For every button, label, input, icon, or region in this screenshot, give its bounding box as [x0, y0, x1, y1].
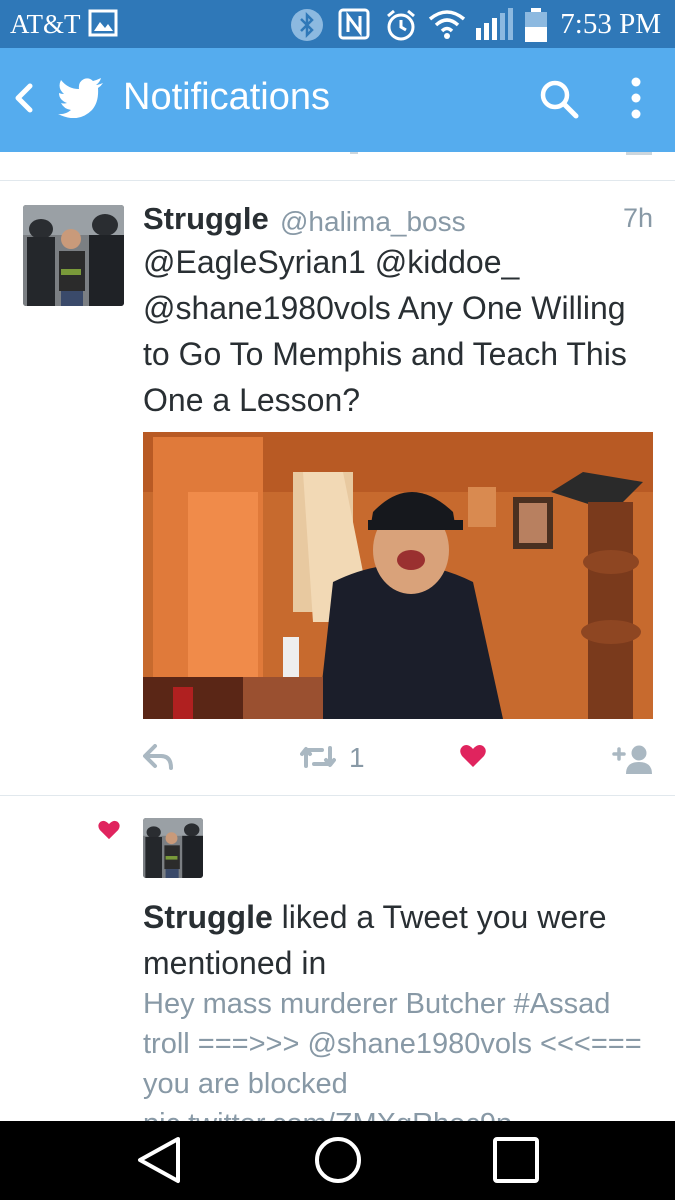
retweet-icon[interactable] [300, 744, 336, 775]
system-nav-bar [0, 1121, 675, 1200]
page-title: Notifications [123, 76, 330, 118]
wifi-icon [428, 8, 466, 45]
image-icon [88, 8, 118, 43]
signal-icon [476, 8, 516, 45]
avatar[interactable] [23, 205, 124, 306]
tweet-actions: 1 [0, 736, 675, 781]
home-nav-icon[interactable] [313, 1135, 363, 1190]
alarm-icon [384, 8, 418, 47]
tweet-author-handle[interactable]: @halima_boss [280, 206, 466, 238]
status-bar: AT&T 7:53 PM [0, 0, 675, 48]
like-notification[interactable]: Struggle liked a Tweet you were mentione… [0, 796, 675, 1121]
tweet-text: @EagleSyrian1 @kiddoe_ @shane1980vols An… [143, 244, 627, 418]
previous-item-edge [0, 152, 675, 181]
tweet-author-name[interactable]: Struggle [143, 201, 269, 237]
tweet-timestamp: 7h [622, 203, 653, 233]
liked-tweet-text: Hey mass murderer Butcher #Assad troll =… [143, 988, 642, 1121]
app-bar: Notifications [0, 48, 675, 152]
back-icon[interactable] [10, 78, 38, 118]
more-icon[interactable] [630, 76, 642, 125]
notification-text: Struggle liked a Tweet you were mentione… [143, 894, 658, 986]
retweet-count: 1 [349, 742, 365, 773]
reply-icon[interactable] [143, 744, 173, 775]
notification-avatar[interactable] [143, 818, 203, 878]
search-icon[interactable] [538, 78, 580, 125]
notification-author-name[interactable]: Struggle [143, 899, 273, 935]
tweet-card[interactable]: Struggle @halima_boss 7h @EagleSyrian1 @… [0, 181, 675, 796]
clock: 7:53 PM [560, 8, 661, 40]
like-icon[interactable] [460, 744, 486, 773]
carrier-label: AT&T [10, 9, 81, 39]
twitter-bird-icon [58, 78, 104, 123]
bluetooth-icon [290, 8, 324, 47]
nfc-icon [338, 8, 370, 45]
follow-icon[interactable] [612, 744, 654, 779]
battery-icon [524, 8, 548, 47]
tweet-media[interactable] [143, 432, 653, 719]
recents-nav-icon[interactable] [492, 1135, 540, 1190]
like-notification-icon [98, 820, 120, 845]
back-nav-icon[interactable] [136, 1135, 182, 1190]
